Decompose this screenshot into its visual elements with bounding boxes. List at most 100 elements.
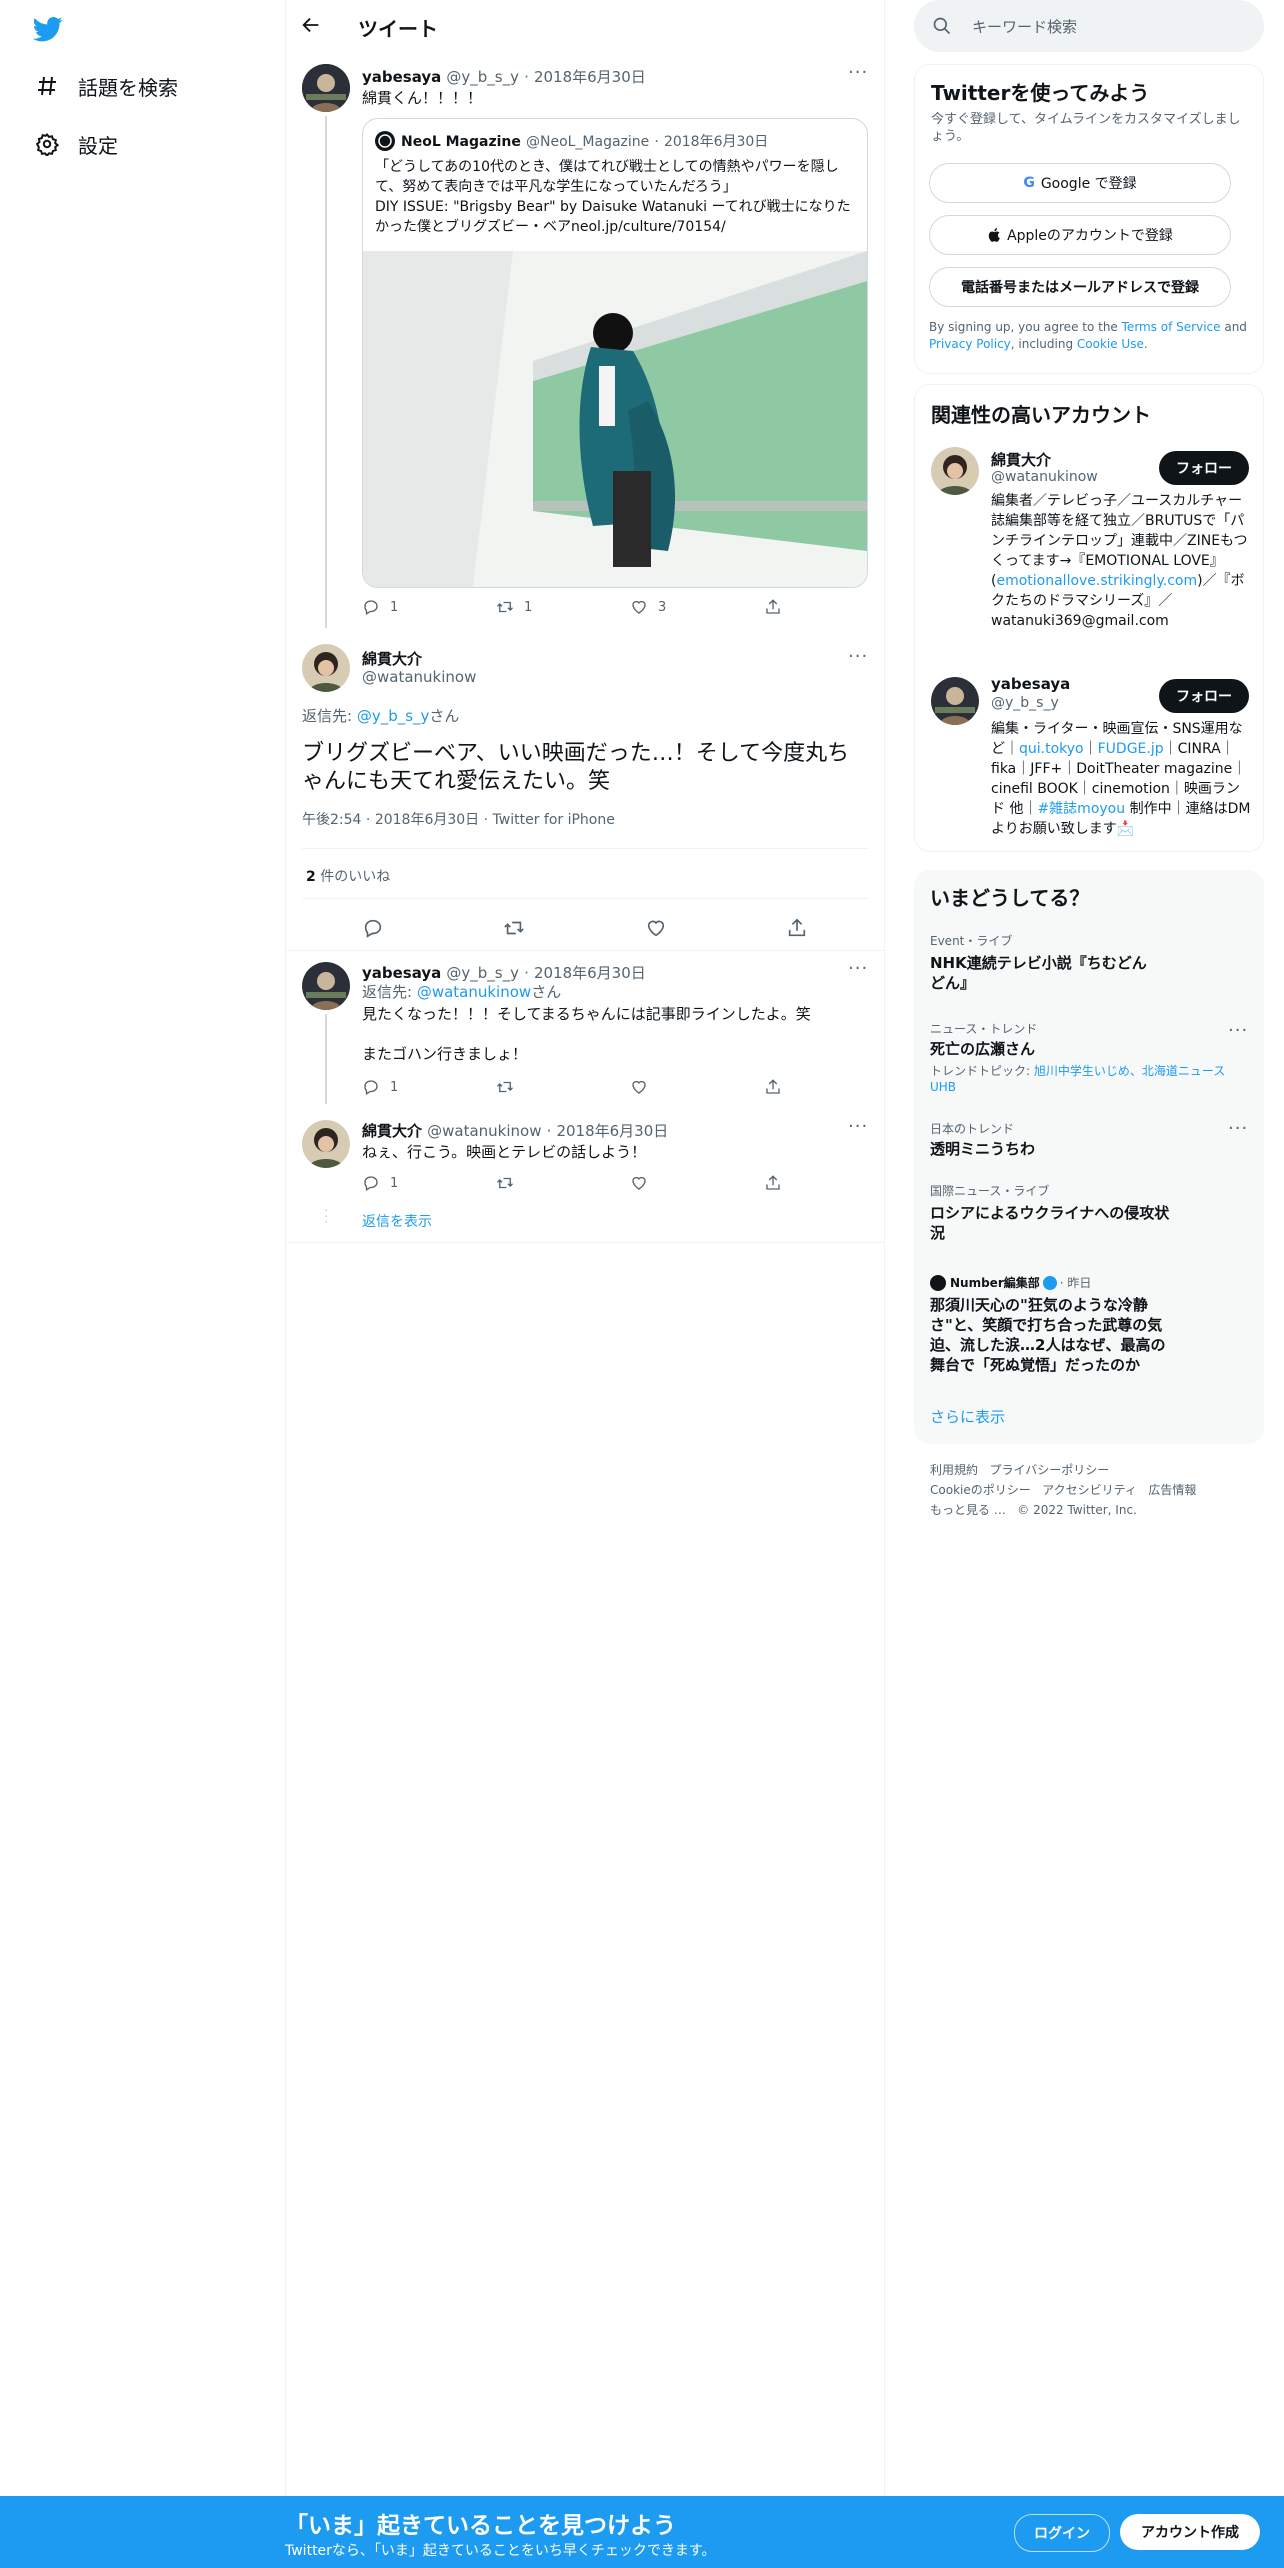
like-button[interactable]: 3 <box>630 598 764 616</box>
terms-link[interactable]: Terms of Service <box>1122 320 1221 334</box>
like-button[interactable] <box>630 1078 764 1096</box>
more-options-icon[interactable]: ··· <box>1228 1118 1248 1139</box>
avatar[interactable] <box>931 677 979 725</box>
tweet-source[interactable]: Twitter for iPhone <box>493 812 615 828</box>
reply-icon[interactable] <box>362 917 384 939</box>
account-name[interactable]: 綿貫大介 <box>991 449 1051 470</box>
footer-link[interactable]: Cookieのポリシー <box>930 1483 1031 1497</box>
more-options-icon[interactable]: ··· <box>848 62 868 83</box>
retweet-button[interactable] <box>496 1174 630 1192</box>
heart-icon <box>632 1080 646 1094</box>
news-item[interactable]: Number編集部 · 昨日 那須川天心の"狂気のような冷静さ"と、笑顔で打ち合… <box>930 1274 1248 1375</box>
retweet-button[interactable]: 1 <box>496 598 630 616</box>
tweet[interactable]: yabesaya @y_b_s_y · 2018年6月30日 ··· 綿貫くん！… <box>286 62 884 628</box>
reply-button[interactable]: 1 <box>362 598 496 616</box>
divider <box>302 848 868 849</box>
account-handle[interactable]: @y_b_s_y <box>991 695 1059 711</box>
tweet-time[interactable]: 午後2:54 <box>302 812 361 828</box>
retweet-button[interactable] <box>496 1078 630 1096</box>
tweet-date[interactable]: 2018年6月30日 <box>375 812 479 828</box>
tweet-date[interactable]: 2018年6月30日 <box>534 68 646 86</box>
bio-link[interactable]: emotionallove.strikingly.com <box>996 573 1197 589</box>
more-options-icon[interactable]: ··· <box>848 958 868 979</box>
footer-link[interactable]: アクセシビリティ <box>1042 1483 1137 1497</box>
cookie-link[interactable]: Cookie Use <box>1077 337 1144 351</box>
reply-tweet[interactable]: yabesaya @y_b_s_y · 2018年6月30日 ··· 返信先: … <box>286 958 884 1104</box>
signup-button[interactable]: アカウント作成 <box>1120 2514 1260 2550</box>
privacy-link[interactable]: Privacy Policy <box>929 337 1011 351</box>
footer-link[interactable]: 利用規約 <box>930 1463 978 1477</box>
author-name[interactable]: 綿貫大介 <box>362 1122 422 1140</box>
trends-card: いまどうしてる？ Event・ライブ NHK連続テレビ小説『ちむどんどん』 ニュ… <box>914 870 1264 1444</box>
heart-icon <box>632 1176 646 1190</box>
nav-settings[interactable]: 設定 <box>34 124 118 164</box>
bio-hashtag-link[interactable]: #雑誌moyou <box>1037 801 1125 817</box>
footer-link[interactable]: 広告情報 <box>1148 1483 1196 1497</box>
twitter-logo-icon[interactable] <box>32 14 64 44</box>
apple-signup-button[interactable]: Appleのアカウントで登録 <box>929 215 1231 255</box>
show-replies-link[interactable]: 返信を表示 <box>362 1212 432 1232</box>
copyright: © 2022 Twitter, Inc. <box>1017 1503 1137 1517</box>
related-accounts-card: 関連性の高いアカウント 綿貫大介 @watanukinow フォロー 編集者／テ… <box>914 384 1264 852</box>
share-button[interactable] <box>764 1174 792 1192</box>
reply-button[interactable]: 1 <box>362 1174 496 1192</box>
author-handle[interactable]: @y_b_s_y <box>446 68 519 86</box>
search-input[interactable]: キーワード検索 <box>914 0 1264 52</box>
avatar[interactable] <box>302 644 350 692</box>
signup-legal: By signing up, you agree to the Terms of… <box>929 319 1251 353</box>
author-name[interactable]: 綿貫大介 <box>362 648 422 669</box>
login-button[interactable]: ログイン <box>1014 2514 1110 2552</box>
author-name[interactable]: yabesaya <box>362 964 441 982</box>
avatar[interactable] <box>302 64 350 112</box>
trend-item[interactable]: ニュース・トレンド 死亡の広瀬さん トレンドトピック: 旭川中学生いじめ、北海道… <box>930 1020 1248 1095</box>
footer-link[interactable]: プライバシーポリシー <box>989 1463 1109 1477</box>
account-name[interactable]: yabesaya <box>991 675 1070 693</box>
show-more-link[interactable]: さらに表示 <box>930 1406 1005 1427</box>
avatar[interactable] <box>931 447 979 495</box>
trend-item[interactable]: Event・ライブ NHK連続テレビ小説『ちむどんどん』 <box>930 932 1248 993</box>
bio-link[interactable]: qui.tokyo <box>1019 741 1084 757</box>
more-options-icon[interactable]: ··· <box>1228 1020 1248 1041</box>
back-arrow-icon[interactable] <box>300 14 326 40</box>
nav-explore[interactable]: 話題を検索 <box>34 66 178 106</box>
likes-stat[interactable]: 2 件のいいね <box>306 866 390 886</box>
google-signup-button[interactable]: G Google で登録 <box>929 163 1231 203</box>
column-divider <box>884 0 885 2568</box>
reply-context: 返信先: @watanukinowさん <box>362 982 561 1002</box>
search-placeholder: キーワード検索 <box>972 18 1078 36</box>
trend-item[interactable]: 国際ニュース・ライブ ロシアによるウクライナへの侵攻状況 <box>930 1182 1248 1243</box>
retweet-icon[interactable] <box>503 917 525 939</box>
more-options-icon[interactable]: ··· <box>848 646 868 667</box>
login-banner: 「いま」起きていることを見つけよう Twitterなら、「いま」起きていることを… <box>0 2496 1284 2568</box>
reply-to-link[interactable]: @y_b_s_y <box>357 707 430 725</box>
tweet-date[interactable]: 2018年6月30日 <box>534 964 646 982</box>
more-options-icon[interactable]: ··· <box>848 1116 868 1137</box>
share-button[interactable] <box>764 1078 792 1096</box>
account-bio: 編集・ライター・映画宣伝・SNS運用など｜qui.tokyo｜FUDGE.jp｜… <box>991 719 1251 839</box>
trend-item[interactable]: 日本のトレンド 透明ミニうちわ <box>930 1120 1248 1159</box>
quote-photo[interactable] <box>363 251 867 587</box>
author-handle[interactable]: @y_b_s_y <box>446 964 519 982</box>
follow-button[interactable]: フォロー <box>1159 451 1249 485</box>
avatar[interactable] <box>302 1120 350 1168</box>
like-button[interactable] <box>630 1174 764 1192</box>
quote-author-name: NeoL Magazine <box>401 134 521 150</box>
footer-more-link[interactable]: もっと見る … <box>930 1503 1006 1517</box>
follow-button[interactable]: フォロー <box>1159 679 1249 713</box>
share-icon[interactable] <box>786 917 808 939</box>
author-handle[interactable]: @watanukinow <box>427 1122 541 1140</box>
reply-to-link[interactable]: @watanukinow <box>417 983 531 1001</box>
bio-link[interactable]: FUDGE.jp <box>1098 741 1164 757</box>
reply-button[interactable]: 1 <box>362 1078 496 1096</box>
tweet-date[interactable]: 2018年6月30日 <box>556 1122 668 1140</box>
legal-text: and <box>1220 320 1247 334</box>
avatar[interactable] <box>302 962 350 1010</box>
phone-email-signup-button[interactable]: 電話番号またはメールアドレスで登録 <box>929 267 1231 307</box>
author-name[interactable]: yabesaya <box>362 68 441 86</box>
author-handle[interactable]: @watanukinow <box>362 668 476 686</box>
reply-tweet[interactable]: 綿貫大介 @watanukinow · 2018年6月30日 ··· ねぇ、行こ… <box>286 1116 884 1236</box>
quote-tweet[interactable]: NeoL Magazine @NeoL_Magazine · 2018年6月30… <box>362 118 868 588</box>
share-button[interactable] <box>764 598 792 616</box>
account-handle[interactable]: @watanukinow <box>991 469 1098 485</box>
heart-icon[interactable] <box>645 917 667 939</box>
